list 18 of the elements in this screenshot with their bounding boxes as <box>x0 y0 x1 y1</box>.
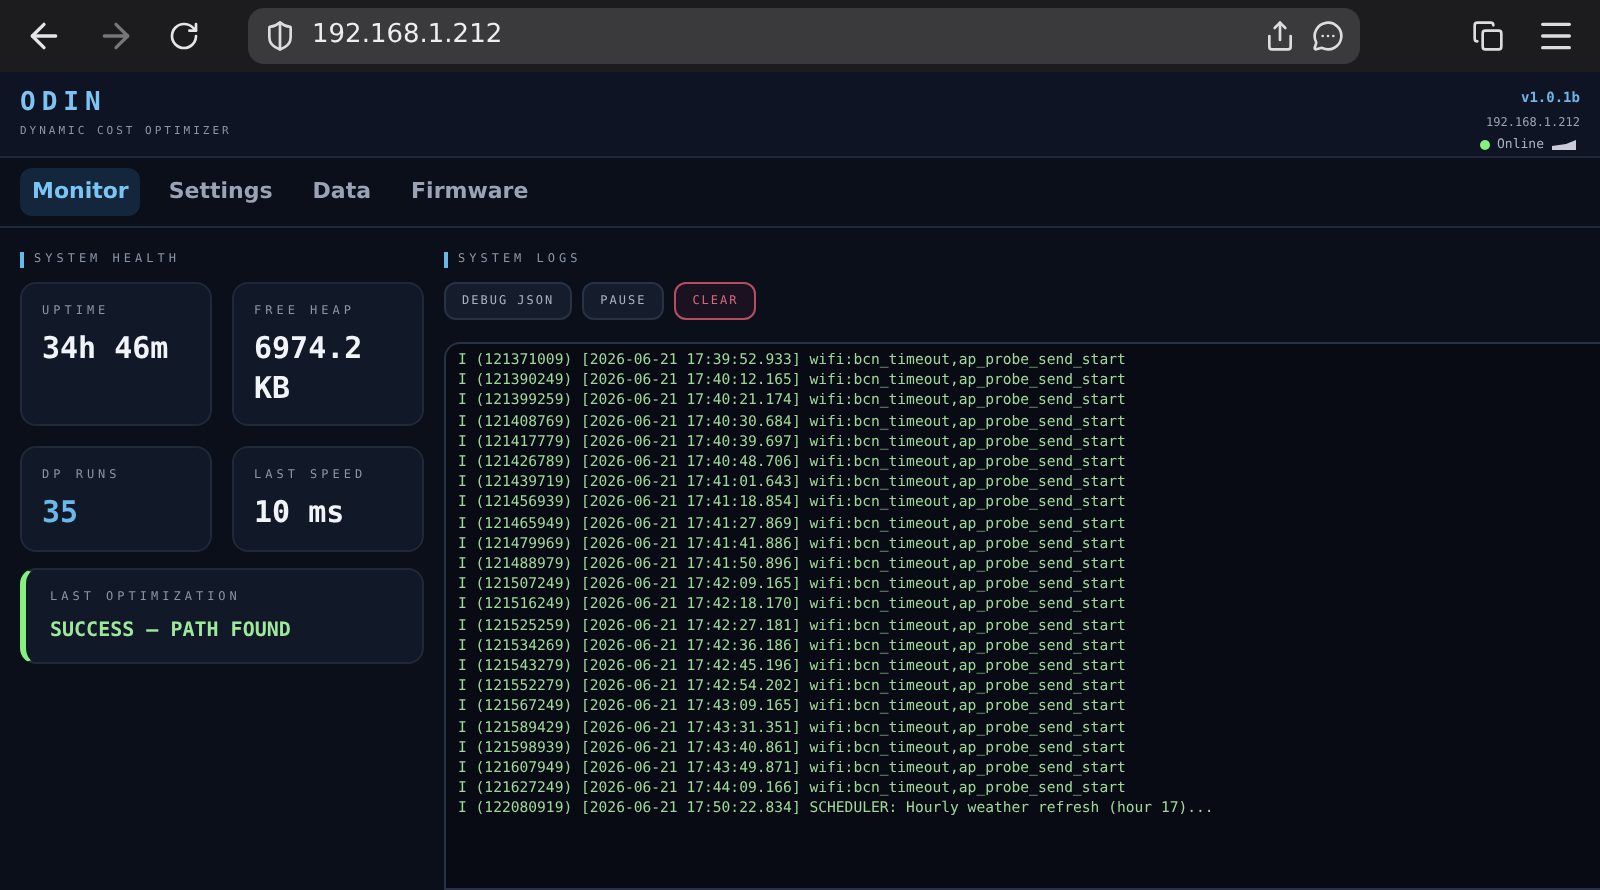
stat-value: 34h 46m <box>42 328 171 368</box>
shield-icon[interactable] <box>264 20 296 52</box>
url-text: 192.168.1.212 <box>312 18 503 55</box>
app-title: ODIN <box>20 88 109 120</box>
signal-icon <box>1552 139 1580 150</box>
nav-tab[interactable]: Firmware <box>399 167 541 217</box>
nav-tab[interactable]: Data <box>300 167 384 217</box>
reload-icon[interactable] <box>168 20 200 52</box>
share-icon[interactable] <box>1264 20 1296 52</box>
tabs-icon[interactable] <box>1472 20 1504 52</box>
status-card-value: SUCCESS — PATH FOUND <box>50 618 293 646</box>
nav-tab[interactable]: Settings <box>156 167 285 217</box>
stat-value: 35 <box>42 492 81 532</box>
stat-value: 6974.2 KB <box>254 328 365 408</box>
nav-tab[interactable]: Monitor <box>20 167 141 217</box>
chat-icon[interactable] <box>1312 20 1344 52</box>
address-bar[interactable]: 192.168.1.212 <box>248 8 1360 64</box>
stat-value: 10 ms <box>254 492 347 532</box>
